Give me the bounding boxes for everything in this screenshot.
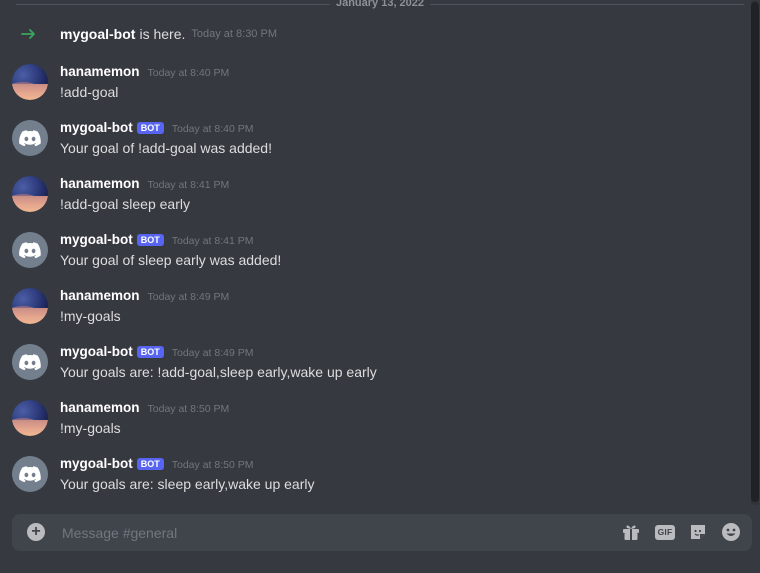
message-composer: + GIF — [12, 514, 752, 551]
message-input[interactable] — [60, 520, 604, 546]
message-text: !my-goals — [60, 420, 121, 436]
discord-logo-icon — [19, 241, 41, 258]
message-text: !add-goal sleep early — [60, 196, 190, 212]
join-message: mygoal-bot is here. Today at 8:30 PM — [20, 24, 277, 44]
gift-icon[interactable] — [620, 522, 642, 542]
avatar[interactable] — [12, 64, 48, 100]
message-timestamp: Today at 8:40 PM — [147, 67, 230, 79]
message-item[interactable]: mygoal-bot BOT Today at 8:49 PM Your goa… — [12, 344, 732, 388]
message-timestamp: Today at 8:41 PM — [171, 235, 254, 247]
message-author[interactable]: mygoal-bot — [60, 120, 133, 135]
message-header: mygoal-bot BOT Today at 8:41 PM — [60, 232, 253, 247]
message-text: !add-goal — [60, 84, 119, 100]
discord-logo-icon — [19, 129, 41, 146]
message-text: !my-goals — [60, 308, 121, 324]
message-item[interactable]: hanamemon Today at 8:41 PM !add-goal sle… — [12, 176, 732, 220]
message-author[interactable]: hanamemon — [60, 400, 140, 415]
avatar[interactable] — [12, 344, 48, 380]
date-divider: January 13, 2022 — [16, 0, 744, 10]
sticker-icon[interactable] — [687, 522, 709, 542]
message-header: hanamemon Today at 8:40 PM — [60, 64, 229, 79]
message-timestamp: Today at 8:50 PM — [147, 403, 230, 415]
join-timestamp: Today at 8:30 PM — [191, 28, 277, 40]
bot-badge: BOT — [136, 122, 164, 134]
scrollbar-track[interactable] — [751, 0, 759, 505]
emoji-icon[interactable] — [720, 522, 742, 542]
chat-window: January 13, 2022 mygoal-bot is here. Tod… — [0, 0, 760, 573]
message-timestamp: Today at 8:40 PM — [171, 123, 254, 135]
message-item[interactable]: mygoal-bot BOT Today at 8:41 PM Your goa… — [12, 232, 732, 276]
message-text: Your goals are: !add-goal,sleep early,wa… — [60, 364, 377, 380]
avatar[interactable] — [12, 176, 48, 212]
message-author[interactable]: mygoal-bot — [60, 344, 133, 359]
message-item[interactable]: hanamemon Today at 8:49 PM !my-goals — [12, 288, 732, 332]
avatar[interactable] — [12, 456, 48, 492]
message-text: Your goal of !add-goal was added! — [60, 140, 272, 156]
bot-badge: BOT — [136, 234, 164, 246]
message-text: Your goal of sleep early was added! — [60, 252, 282, 268]
gif-picker-button[interactable]: GIF — [654, 522, 676, 542]
message-item[interactable]: hanamemon Today at 8:40 PM !add-goal — [12, 64, 732, 108]
message-author[interactable]: mygoal-bot — [60, 456, 133, 471]
message-header: hanamemon Today at 8:41 PM — [60, 176, 229, 191]
join-arrow-icon — [20, 25, 38, 43]
scrollbar-thumb[interactable] — [751, 2, 759, 502]
message-timestamp: Today at 8:49 PM — [171, 347, 254, 359]
message-timestamp: Today at 8:50 PM — [171, 459, 254, 471]
message-header: mygoal-bot BOT Today at 8:50 PM — [60, 456, 253, 471]
message-author[interactable]: mygoal-bot — [60, 232, 133, 247]
message-header: mygoal-bot BOT Today at 8:40 PM — [60, 120, 253, 135]
message-author[interactable]: hanamemon — [60, 176, 140, 191]
join-text: is here. — [139, 26, 186, 42]
discord-logo-icon — [19, 465, 41, 482]
gif-label: GIF — [655, 524, 675, 540]
discord-logo-icon — [19, 353, 41, 370]
message-header: hanamemon Today at 8:49 PM — [60, 288, 229, 303]
message-item[interactable]: mygoal-bot BOT Today at 8:50 PM Your goa… — [12, 456, 732, 500]
bot-badge: BOT — [136, 346, 164, 358]
message-timestamp: Today at 8:41 PM — [147, 179, 230, 191]
message-item[interactable]: mygoal-bot BOT Today at 8:40 PM Your goa… — [12, 120, 732, 164]
avatar[interactable] — [12, 288, 48, 324]
message-text: Your goals are: sleep early,wake up earl… — [60, 476, 315, 492]
plus-circle-icon[interactable]: + — [27, 523, 45, 541]
message-author[interactable]: hanamemon — [60, 288, 140, 303]
message-timestamp: Today at 8:49 PM — [147, 291, 230, 303]
message-header: hanamemon Today at 8:50 PM — [60, 400, 229, 415]
date-divider-label: January 13, 2022 — [329, 0, 431, 9]
bot-badge: BOT — [136, 458, 164, 470]
avatar[interactable] — [12, 232, 48, 268]
avatar[interactable] — [12, 120, 48, 156]
message-author[interactable]: hanamemon — [60, 64, 140, 79]
message-header: mygoal-bot BOT Today at 8:49 PM — [60, 344, 253, 359]
message-item[interactable]: hanamemon Today at 8:50 PM !my-goals — [12, 400, 732, 444]
avatar[interactable] — [12, 400, 48, 436]
join-username[interactable]: mygoal-bot — [60, 26, 135, 42]
